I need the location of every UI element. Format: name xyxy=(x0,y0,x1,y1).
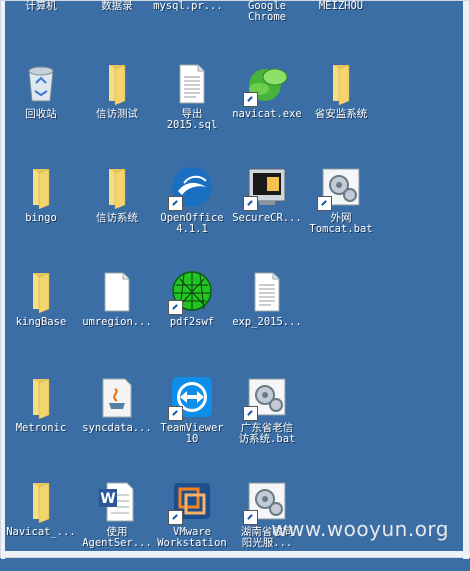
openoffice-icon xyxy=(168,165,214,211)
vmware-icon xyxy=(168,479,214,525)
desktop-icon-umregion[interactable]: umregion... xyxy=(77,269,157,361)
desktop-icon-label: 导出 2015.sql xyxy=(166,108,218,131)
shortcut-arrow-icon xyxy=(168,406,183,421)
java-file-icon xyxy=(95,375,139,419)
desktop-icon-label: syncdata... xyxy=(82,422,152,434)
desktop-icon-xinfang-system[interactable]: 信访系统 xyxy=(77,165,157,257)
desktop-icon-navicat-folder[interactable]: Navicat_... xyxy=(1,479,81,571)
desktop-icon-meizhou-label[interactable]: MEIZHOU xyxy=(301,1,381,12)
desktop-icon-label: navicat.exe xyxy=(232,108,302,120)
desktop-icon-label: 外网 Tomcat.bat xyxy=(309,212,373,235)
bat-icon xyxy=(243,375,289,421)
desktop-icon-label: 回收站 xyxy=(25,108,57,120)
shortcut-arrow-icon xyxy=(168,300,183,315)
shortcut-arrow-icon xyxy=(243,406,258,421)
shortcut-arrow-icon xyxy=(243,510,258,525)
securecrt-icon xyxy=(243,165,289,211)
shortcut-arrow-icon xyxy=(243,92,258,107)
desktop-icon-data-record-label[interactable]: 数据录 xyxy=(77,1,157,12)
desktop-icon-label: exp_2015... xyxy=(232,316,302,328)
blank-file-icon xyxy=(95,269,139,313)
desktop-icon-external-tomcat[interactable]: 外网 Tomcat.bat xyxy=(301,165,381,257)
desktop-icon-pdf2swf[interactable]: pdf2swf xyxy=(152,269,232,361)
svg-text:W: W xyxy=(100,491,115,507)
desktop-icon-label: VMware Workstation xyxy=(157,526,227,549)
desktop-icon-computer-label[interactable]: 计算机 xyxy=(1,1,81,12)
desktop-icon-kingbase[interactable]: kingBase xyxy=(1,269,81,361)
word-doc-icon: W xyxy=(95,479,139,523)
teamviewer-icon xyxy=(168,375,214,421)
desktop-icon-label: bingo xyxy=(25,212,57,224)
desktop-icon-label: Navicat_... xyxy=(6,526,76,538)
text-file-icon xyxy=(245,269,289,313)
folder-icon xyxy=(19,479,63,524)
watermark: www.wooyun.org xyxy=(271,517,449,541)
desktop-icon-bingo[interactable]: bingo xyxy=(1,165,81,257)
folder-icon xyxy=(19,165,63,210)
desktop-icon-label: umregion... xyxy=(82,316,152,328)
desktop-icon-export-sql[interactable]: 导出 2015.sql xyxy=(152,61,232,153)
desktop-icon-label: SecureCR... xyxy=(232,212,302,224)
desktop-icon-label: Metronic xyxy=(15,422,67,434)
desktop-icon-recycle-bin[interactable]: 回收站 xyxy=(1,61,81,153)
desktop-icon-label: TeamViewer 10 xyxy=(160,422,224,445)
text-file-icon xyxy=(170,61,214,105)
desktop-icon-exp-2015[interactable]: exp_2015... xyxy=(227,269,307,361)
desktop-icon-label: 信访系统 xyxy=(96,212,138,224)
desktop-icon-label: pdf2swf xyxy=(169,316,215,328)
desktop-icon-syncdata[interactable]: syncdata... xyxy=(77,375,157,467)
recycle-bin-icon xyxy=(19,61,63,105)
desktop-icon-vmware[interactable]: VMware Workstation xyxy=(152,479,232,571)
desktop-icon-mysql-label[interactable]: mysql.pr... xyxy=(148,1,228,12)
desktop-icon-agentser[interactable]: W 使用 AgentSer... xyxy=(77,479,157,571)
desktop-icon-provincial-monitor[interactable]: 省安监系统 xyxy=(301,61,381,153)
folder-icon xyxy=(95,165,139,210)
desktop-icon-label: 广东省老信 访系统.bat xyxy=(238,422,296,445)
desktop-icon-openoffice[interactable]: OpenOffice 4.1.1 xyxy=(152,165,232,257)
shortcut-arrow-icon xyxy=(243,196,258,211)
bat-icon xyxy=(317,165,363,211)
pdf2swf-icon xyxy=(168,269,214,315)
desktop-icon-guangdong-system[interactable]: 广东省老信 访系统.bat xyxy=(227,375,307,467)
folder-icon xyxy=(19,375,63,420)
desktop-icon-label: kingBase xyxy=(15,316,67,328)
desktop-icon-xinfang-test[interactable]: 信访测试 xyxy=(77,61,157,153)
desktop-icon-label: 信访测试 xyxy=(96,108,138,120)
folder-icon xyxy=(95,61,139,106)
shortcut-arrow-icon xyxy=(317,196,332,211)
desktop-icon-securecrt[interactable]: SecureCR... xyxy=(227,165,307,257)
folder-icon xyxy=(319,61,363,106)
desktop-icon-metronic[interactable]: Metronic xyxy=(1,375,81,467)
shortcut-arrow-icon xyxy=(168,196,183,211)
desktop-icon-label: 使用 AgentSer... xyxy=(82,526,152,549)
desktop: 计算机 数据录 mysql.pr... Google Chrome MEIZHO… xyxy=(0,0,470,559)
desktop-icon-teamviewer[interactable]: TeamViewer 10 xyxy=(152,375,232,467)
desktop-icon-label: OpenOffice 4.1.1 xyxy=(160,212,224,235)
desktop-icon-navicat[interactable]: navicat.exe xyxy=(227,61,307,153)
window-border-right xyxy=(463,1,469,559)
desktop-icon-chrome-label[interactable]: Google Chrome xyxy=(227,1,307,23)
desktop-icon-label: 省安监系统 xyxy=(314,108,368,120)
shortcut-arrow-icon xyxy=(168,510,183,525)
folder-icon xyxy=(19,269,63,314)
navicat-icon xyxy=(243,61,289,107)
